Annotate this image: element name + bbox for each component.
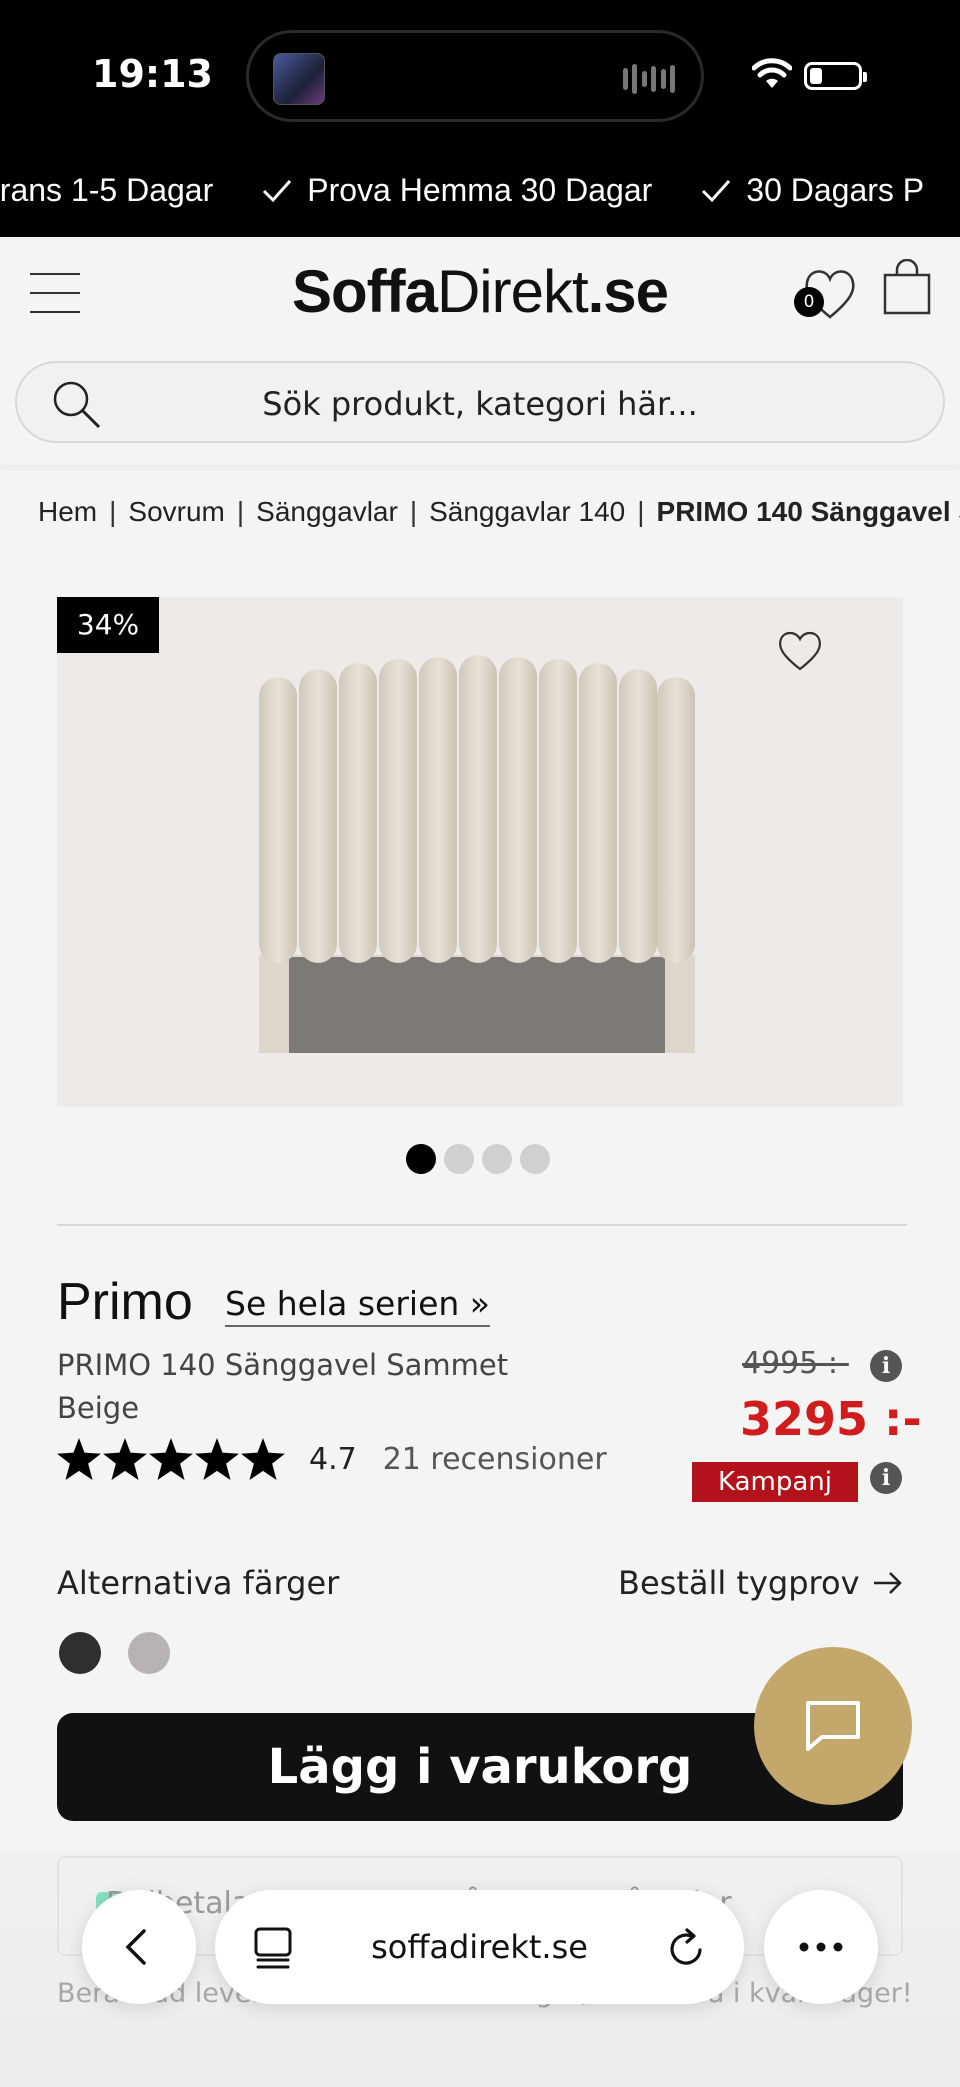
carousel-dot[interactable] xyxy=(444,1144,474,1174)
chat-bubble-icon xyxy=(806,1701,860,1751)
product-series-title: Primo xyxy=(57,1273,193,1331)
browser-more-button[interactable] xyxy=(764,1890,878,2004)
rating-stars xyxy=(57,1438,285,1480)
usp-text: 30 Dagars P xyxy=(746,172,925,208)
logo-part: Soffa xyxy=(291,258,438,325)
usp-text: erans 1-5 Dagar xyxy=(0,172,214,208)
usp-bar: erans 1-5 Dagar Prova Hemma 30 Dagar 30 … xyxy=(0,150,960,237)
order-fabric-sample-link[interactable]: Beställ tygprov xyxy=(618,1564,904,1602)
alternative-colors-label: Alternativa färger xyxy=(57,1564,340,1602)
logo-part: .se xyxy=(587,258,669,325)
fabric-sample-label: Beställ tygprov xyxy=(618,1564,860,1602)
discount-badge: 34% xyxy=(57,597,159,653)
search-input[interactable]: Sök produkt, kategori här... xyxy=(15,361,945,443)
usp-text: Prova Hemma 30 Dagar xyxy=(307,172,653,208)
color-swatch-light-grey[interactable] xyxy=(128,1632,170,1674)
price-info-icon[interactable]: i xyxy=(870,1350,902,1382)
carousel-dot[interactable] xyxy=(406,1144,436,1174)
carousel-dot[interactable] xyxy=(482,1144,512,1174)
audio-waveform-icon xyxy=(623,63,675,95)
breadcrumb-item-hem[interactable]: Hem xyxy=(38,496,97,527)
chevron-left-icon xyxy=(125,1929,146,1965)
shopping-bag-icon[interactable] xyxy=(882,259,932,315)
rating-value: 4.7 xyxy=(309,1441,357,1477)
logo-part: Direkt xyxy=(436,258,589,325)
search-placeholder: Sök produkt, kategori här... xyxy=(262,385,698,423)
status-bar: 19:13 xyxy=(0,0,960,150)
browser-back-button[interactable] xyxy=(82,1890,196,2004)
product-gallery[interactable]: 34% xyxy=(57,597,903,1107)
breadcrumb-item-sanggavlar-140[interactable]: Sänggavlar 140 xyxy=(429,496,625,527)
campaign-info-icon[interactable]: i xyxy=(870,1462,902,1494)
site-header: SoffaDirekt.se 0 Sök produkt, kategori h… xyxy=(0,237,960,465)
star-icon xyxy=(103,1438,147,1480)
product-image xyxy=(259,655,695,1053)
browser-url: soffadirekt.se xyxy=(371,1928,588,1966)
breadcrumb-current: PRIMO 140 Sänggavel Sammet Beige xyxy=(656,496,960,527)
dynamic-island[interactable] xyxy=(246,30,704,122)
star-icon xyxy=(57,1438,101,1480)
breadcrumb: Hem | Sovrum | Sänggavlar | Sänggavlar 140 | PRI… xyxy=(38,496,960,536)
carousel-dot[interactable] xyxy=(520,1144,550,1174)
usp-item: erans 1-5 Dagar xyxy=(0,172,213,209)
product-rating[interactable]: 4.7 21 recensioner xyxy=(57,1438,607,1480)
breadcrumb-item-sovrum[interactable]: Sovrum xyxy=(128,496,224,527)
status-time: 19:13 xyxy=(92,52,213,96)
star-icon xyxy=(195,1438,239,1480)
color-swatch-dark-grey[interactable] xyxy=(59,1632,101,1674)
usp-item: 30 Dagars P xyxy=(700,172,924,209)
wishlist-count-badge: 0 xyxy=(794,287,824,317)
browser-address-bar[interactable]: soffadirekt.se xyxy=(215,1890,744,2004)
checkmark-icon xyxy=(702,179,731,202)
battery-icon xyxy=(804,62,867,90)
carousel-dots xyxy=(406,1144,550,1174)
see-series-link[interactable]: Se hela serien » xyxy=(225,1284,490,1327)
sale-price: 3295 :- xyxy=(740,1392,922,1446)
product-name: PRIMO 140 Sänggavel Sammet Beige xyxy=(57,1348,509,1425)
more-dots-icon xyxy=(799,1942,843,1952)
arrow-right-icon xyxy=(873,1572,902,1594)
reload-icon[interactable] xyxy=(667,1928,707,1970)
section-divider xyxy=(57,1224,907,1226)
review-count-link[interactable]: 21 recensioner xyxy=(383,1442,607,1477)
star-icon xyxy=(241,1438,285,1480)
original-price: 4995 :- xyxy=(742,1346,849,1381)
now-playing-artwork xyxy=(273,53,325,105)
checkmark-icon xyxy=(263,179,292,202)
add-to-wishlist-heart-icon[interactable] xyxy=(775,629,825,673)
campaign-badge: Kampanj xyxy=(692,1462,858,1502)
breadcrumb-item-sanggavlar[interactable]: Sänggavlar xyxy=(256,496,398,527)
star-icon xyxy=(149,1438,193,1480)
chat-button[interactable] xyxy=(754,1647,912,1805)
usp-item: Prova Hemma 30 Dagar xyxy=(261,172,652,209)
wifi-icon xyxy=(752,58,792,88)
